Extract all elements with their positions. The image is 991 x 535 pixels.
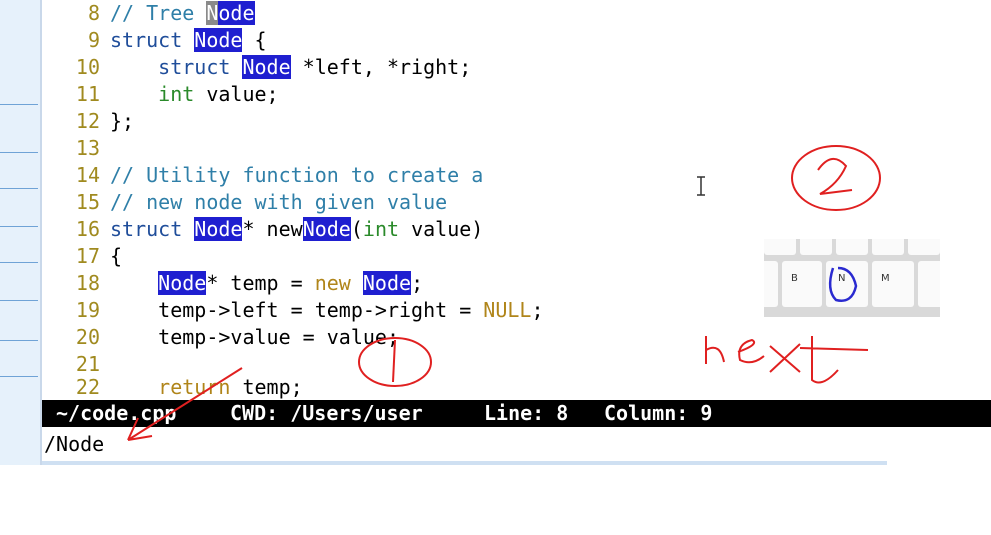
code-text: value; bbox=[194, 82, 279, 106]
key-label: N bbox=[838, 273, 846, 284]
status-bar: ~/code.cpp CWD: /Users/user Line: 8 Colu… bbox=[42, 400, 991, 427]
line-number: 14 bbox=[75, 163, 100, 187]
code-line[interactable]: 18 Node* temp = new Node; bbox=[42, 270, 423, 297]
code-text: }; bbox=[110, 109, 135, 133]
keyboard-key bbox=[764, 261, 778, 307]
keyword: struct bbox=[110, 28, 183, 52]
margin-rule bbox=[0, 376, 38, 377]
null-constant: NULL bbox=[483, 298, 532, 322]
code-line[interactable]: 15 // new node with given value bbox=[42, 189, 447, 216]
key-label: M bbox=[881, 273, 890, 284]
code-text: * temp = bbox=[206, 271, 315, 295]
margin-rule bbox=[0, 152, 38, 153]
line-number: 17 bbox=[75, 244, 100, 268]
code-line[interactable]: 13 bbox=[42, 135, 110, 162]
line-number: 11 bbox=[75, 82, 100, 106]
line-number: 10 bbox=[75, 55, 100, 79]
code-text: temp; bbox=[230, 375, 303, 399]
keyboard-key-n: N bbox=[826, 261, 868, 307]
margin-rule bbox=[0, 340, 38, 341]
code-line[interactable]: 12}; bbox=[42, 108, 134, 135]
code-line[interactable]: 11 int value; bbox=[42, 81, 279, 108]
line-number: 12 bbox=[75, 109, 100, 133]
line-number: 22 bbox=[75, 375, 100, 399]
line-number: 20 bbox=[75, 325, 100, 349]
code-line[interactable]: 10 struct Node *left, *right; bbox=[42, 54, 471, 81]
code-text: value) bbox=[399, 217, 484, 241]
code-text: *left, *right; bbox=[290, 55, 472, 79]
search-match: Node bbox=[242, 55, 291, 79]
keyboard-key bbox=[908, 239, 940, 255]
keyword: new bbox=[314, 271, 351, 295]
keyboard-key bbox=[918, 261, 940, 307]
line-number: 19 bbox=[75, 298, 100, 322]
search-match: Node bbox=[362, 271, 412, 295]
code-text: temp->left = temp->right = bbox=[158, 298, 484, 322]
left-margin bbox=[0, 0, 42, 465]
code-line[interactable]: 19 temp->left = temp->right = NULL; bbox=[42, 297, 544, 324]
search-match: ode bbox=[218, 1, 255, 25]
type-keyword: int bbox=[158, 82, 195, 106]
keyboard-key bbox=[872, 239, 904, 255]
margin-rule bbox=[0, 300, 38, 301]
keyboard-key-b: B bbox=[782, 261, 822, 307]
keyword: return bbox=[158, 375, 231, 399]
code-line[interactable]: 16 struct Node* newNode(int value) bbox=[42, 216, 483, 243]
comment-text: // new node with given value bbox=[110, 190, 448, 214]
code-text: ; bbox=[411, 271, 424, 295]
line-number: 8 bbox=[87, 1, 100, 25]
key-label: B bbox=[791, 273, 798, 284]
keyboard-key bbox=[836, 239, 868, 255]
search-match: Node bbox=[302, 217, 351, 241]
status-line: Line: 8 bbox=[484, 401, 569, 425]
line-number: 13 bbox=[75, 136, 100, 160]
code-line[interactable]: 9 struct Node { bbox=[42, 27, 267, 54]
search-match: Node bbox=[158, 271, 207, 295]
code-line[interactable]: 20 temp->value = value; bbox=[42, 324, 399, 351]
search-match: Node bbox=[194, 28, 243, 52]
keyboard-key bbox=[764, 239, 796, 255]
code-text: { bbox=[110, 244, 123, 268]
keyword: struct bbox=[158, 55, 231, 79]
type-keyword: int bbox=[362, 217, 400, 241]
comment-text: // Utility function to create a bbox=[110, 163, 484, 187]
line-number: 15 bbox=[75, 190, 100, 214]
keyboard-overlay: B N M bbox=[764, 239, 940, 317]
command-line[interactable]: /Node bbox=[42, 427, 991, 463]
margin-rule bbox=[0, 226, 38, 227]
code-text: * new bbox=[242, 217, 303, 241]
code-line[interactable]: 22 return temp; bbox=[42, 374, 303, 401]
margin-rule bbox=[0, 104, 38, 105]
line-number: 18 bbox=[75, 271, 100, 295]
keyboard-key-m: M bbox=[872, 261, 914, 307]
status-cwd: CWD: /Users/user bbox=[230, 401, 423, 425]
bottom-divider bbox=[42, 461, 887, 465]
status-file: ~/code.cpp bbox=[56, 401, 177, 425]
line-number: 16 bbox=[75, 217, 100, 241]
margin-rule bbox=[0, 188, 38, 189]
code-editor[interactable]: 8 // Tree Node 9 struct Node { 10 struct N… bbox=[42, 0, 991, 400]
code-text: temp->value = value; bbox=[158, 325, 399, 349]
code-line[interactable]: 14 // Utility function to create a bbox=[42, 162, 483, 189]
keyboard-key bbox=[800, 239, 832, 255]
status-column: Column: 9 bbox=[604, 401, 713, 425]
keyword: struct bbox=[110, 217, 183, 241]
code-text: { bbox=[242, 28, 267, 52]
code-line[interactable]: 8 // Tree Node bbox=[42, 0, 255, 27]
margin-rule bbox=[0, 262, 38, 263]
text-cursor-icon bbox=[697, 176, 705, 196]
line-number: 9 bbox=[87, 28, 100, 52]
code-text: ; bbox=[531, 298, 544, 322]
text-cursor: N bbox=[206, 1, 219, 25]
code-text: ( bbox=[350, 217, 363, 241]
comment-text: // Tree bbox=[110, 1, 207, 25]
code-line[interactable]: 17 { bbox=[42, 243, 122, 270]
command-input[interactable]: /Node bbox=[44, 429, 104, 459]
search-match: Node bbox=[194, 217, 243, 241]
